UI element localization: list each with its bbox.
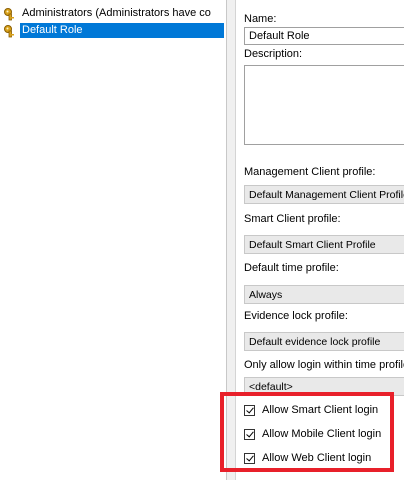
default-time-profile-select[interactable]: Always: [244, 285, 404, 304]
tree-item-administrators[interactable]: Administrators (Administrators have co: [3, 6, 213, 21]
description-label: Description:: [244, 48, 303, 60]
role-key-icon: [3, 24, 17, 38]
description-field[interactable]: [244, 65, 404, 145]
management-client-profile-select[interactable]: Default Management Client Profile: [244, 185, 404, 204]
default-time-profile-label: Default time profile:: [244, 262, 339, 274]
roles-tree-pane: Administrators (Administrators have co D…: [0, 0, 227, 480]
management-client-profile-label: Management Client profile:: [244, 166, 376, 178]
tree-item-default-role[interactable]: Default Role: [3, 23, 224, 38]
smart-client-profile-select[interactable]: Default Smart Client Profile: [244, 235, 404, 254]
name-label: Name:: [244, 13, 277, 25]
tree-item-label: Administrators (Administrators have co: [22, 7, 211, 19]
highlight-annotation-box: [220, 392, 394, 472]
role-key-icon: [3, 7, 17, 21]
smart-client-profile-label: Smart Client profile:: [244, 213, 341, 225]
tree-item-label: Default Role: [20, 23, 224, 38]
evidence-lock-profile-label: Evidence lock profile:: [244, 310, 348, 322]
login-time-profile-label: Only allow login within time profile:: [244, 359, 404, 371]
evidence-lock-profile-select[interactable]: Default evidence lock profile: [244, 332, 404, 351]
name-field[interactable]: Default Role: [244, 27, 404, 45]
